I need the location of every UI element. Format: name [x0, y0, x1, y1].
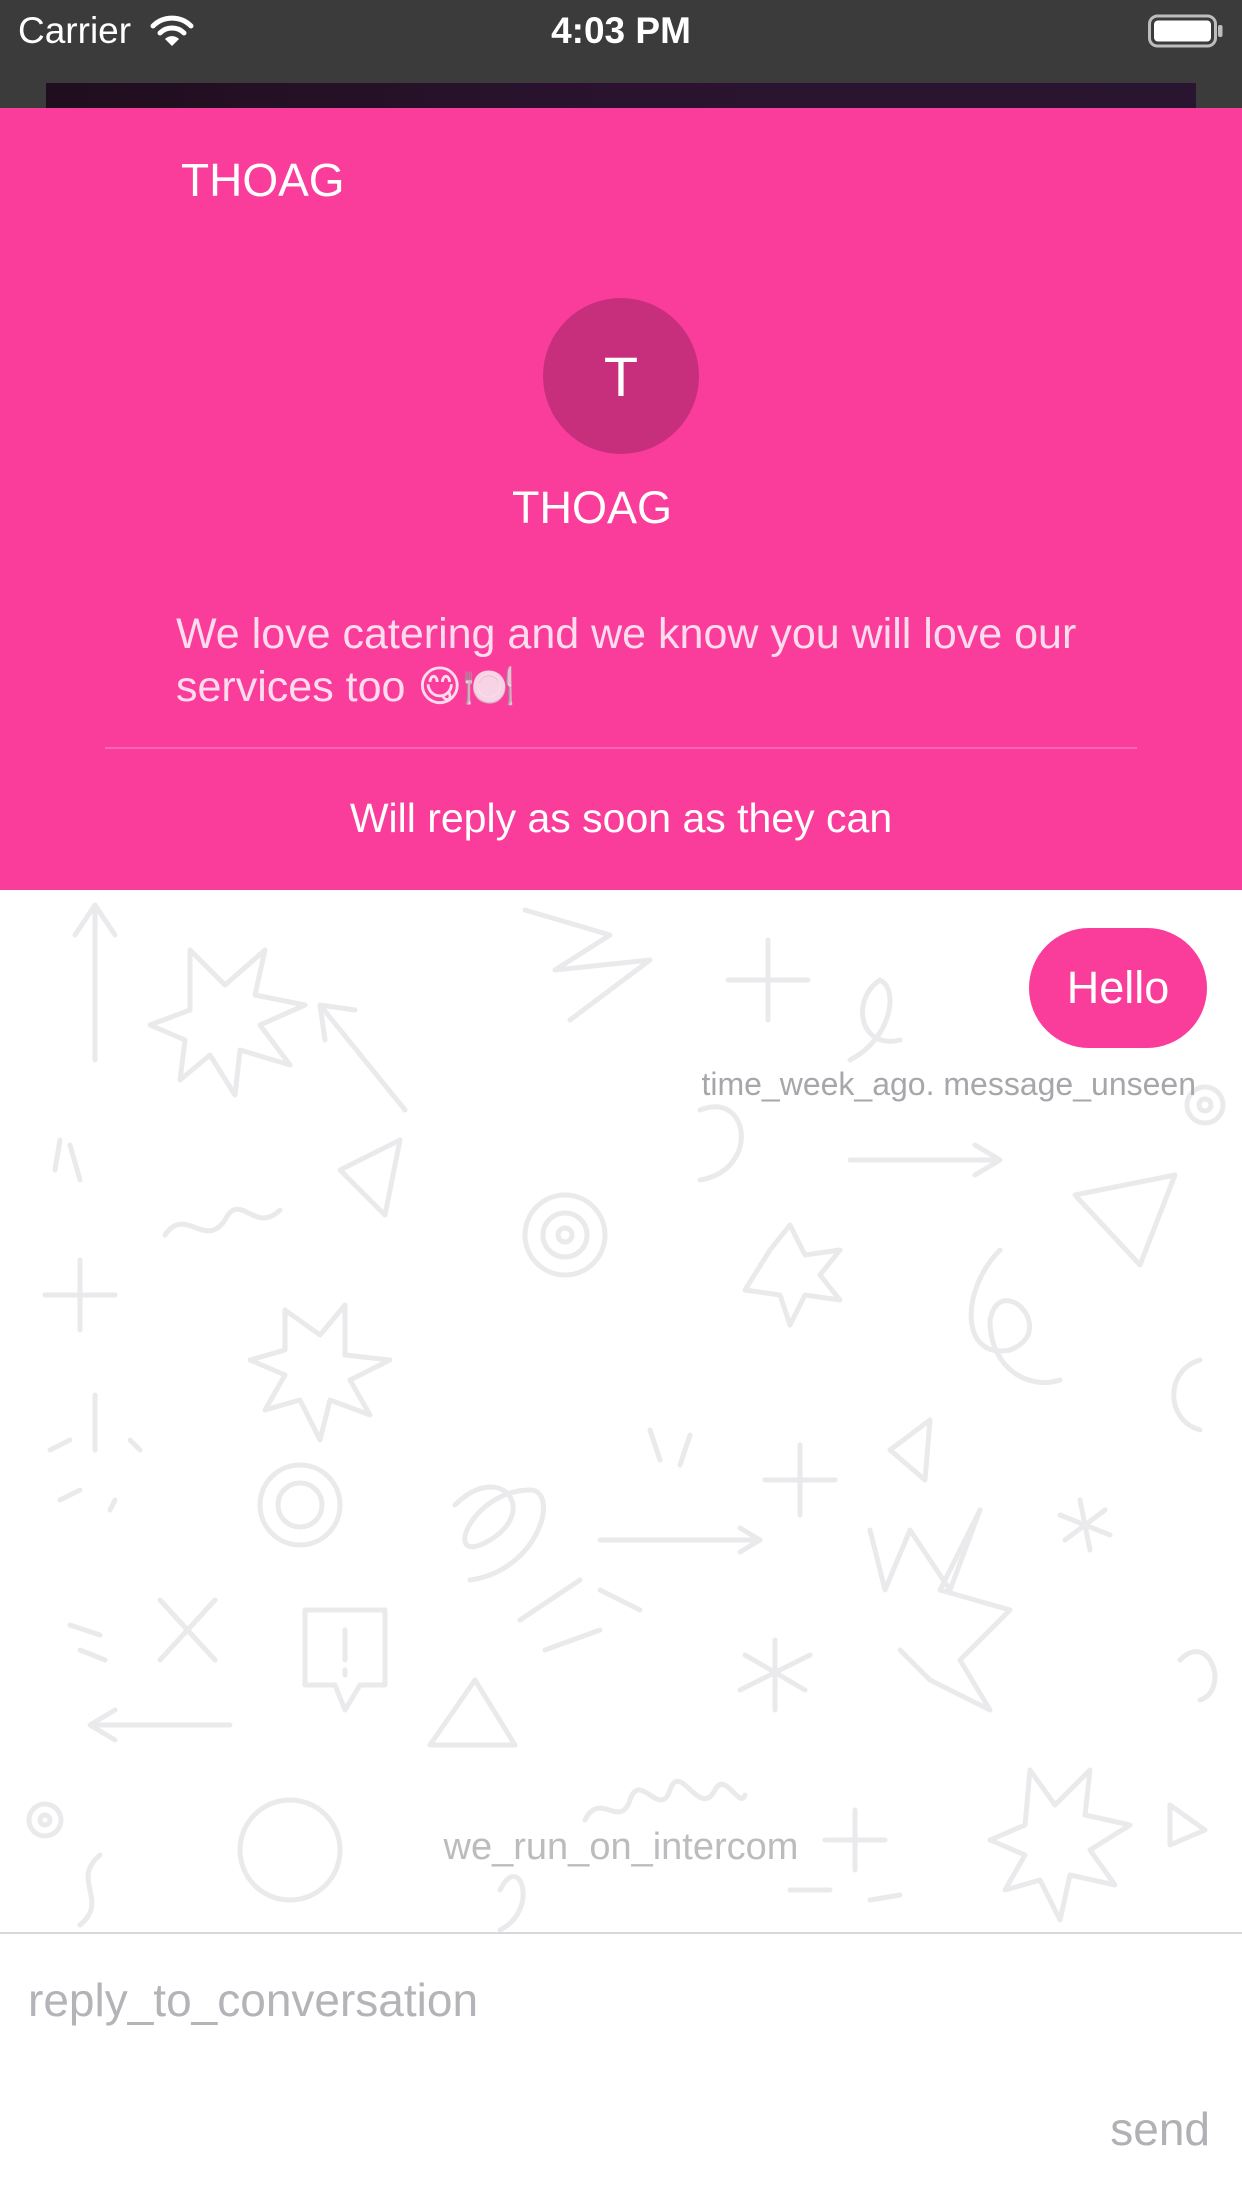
reply-expectation: Will reply as soon as they can [349, 795, 893, 841]
conversation-area[interactable]: Hello time_week_ago. message_unseen we_r… [0, 890, 1242, 1932]
message-status: time_week_ago. message_unseen [701, 1066, 1196, 1102]
team-avatar: T [543, 298, 699, 454]
powered-by-label[interactable]: we_run_on_intercom [0, 1822, 1242, 1872]
team-intro: We love catering and we know you will lo… [176, 610, 1077, 711]
header-divider [105, 747, 1137, 749]
conversation-header: THOAG T THOAG We love catering and we kn… [0, 108, 1242, 890]
header-title: THOAG [181, 154, 345, 206]
reply-input[interactable] [28, 1970, 1128, 2030]
doodle-background-pattern [26, 902, 1226, 1932]
team-name: THOAG [511, 482, 672, 533]
message-composer: send [0, 1932, 1242, 2210]
status-time: 4:03 PM [551, 10, 691, 51]
send-button[interactable]: send [1110, 2102, 1210, 2156]
message-text: Hello [1066, 962, 1170, 1013]
battery-icon [1148, 14, 1223, 48]
background-app-edge [46, 83, 1196, 109]
avatar-initial: T [603, 344, 639, 408]
message-bubble-outgoing[interactable]: Hello [1029, 928, 1207, 1048]
